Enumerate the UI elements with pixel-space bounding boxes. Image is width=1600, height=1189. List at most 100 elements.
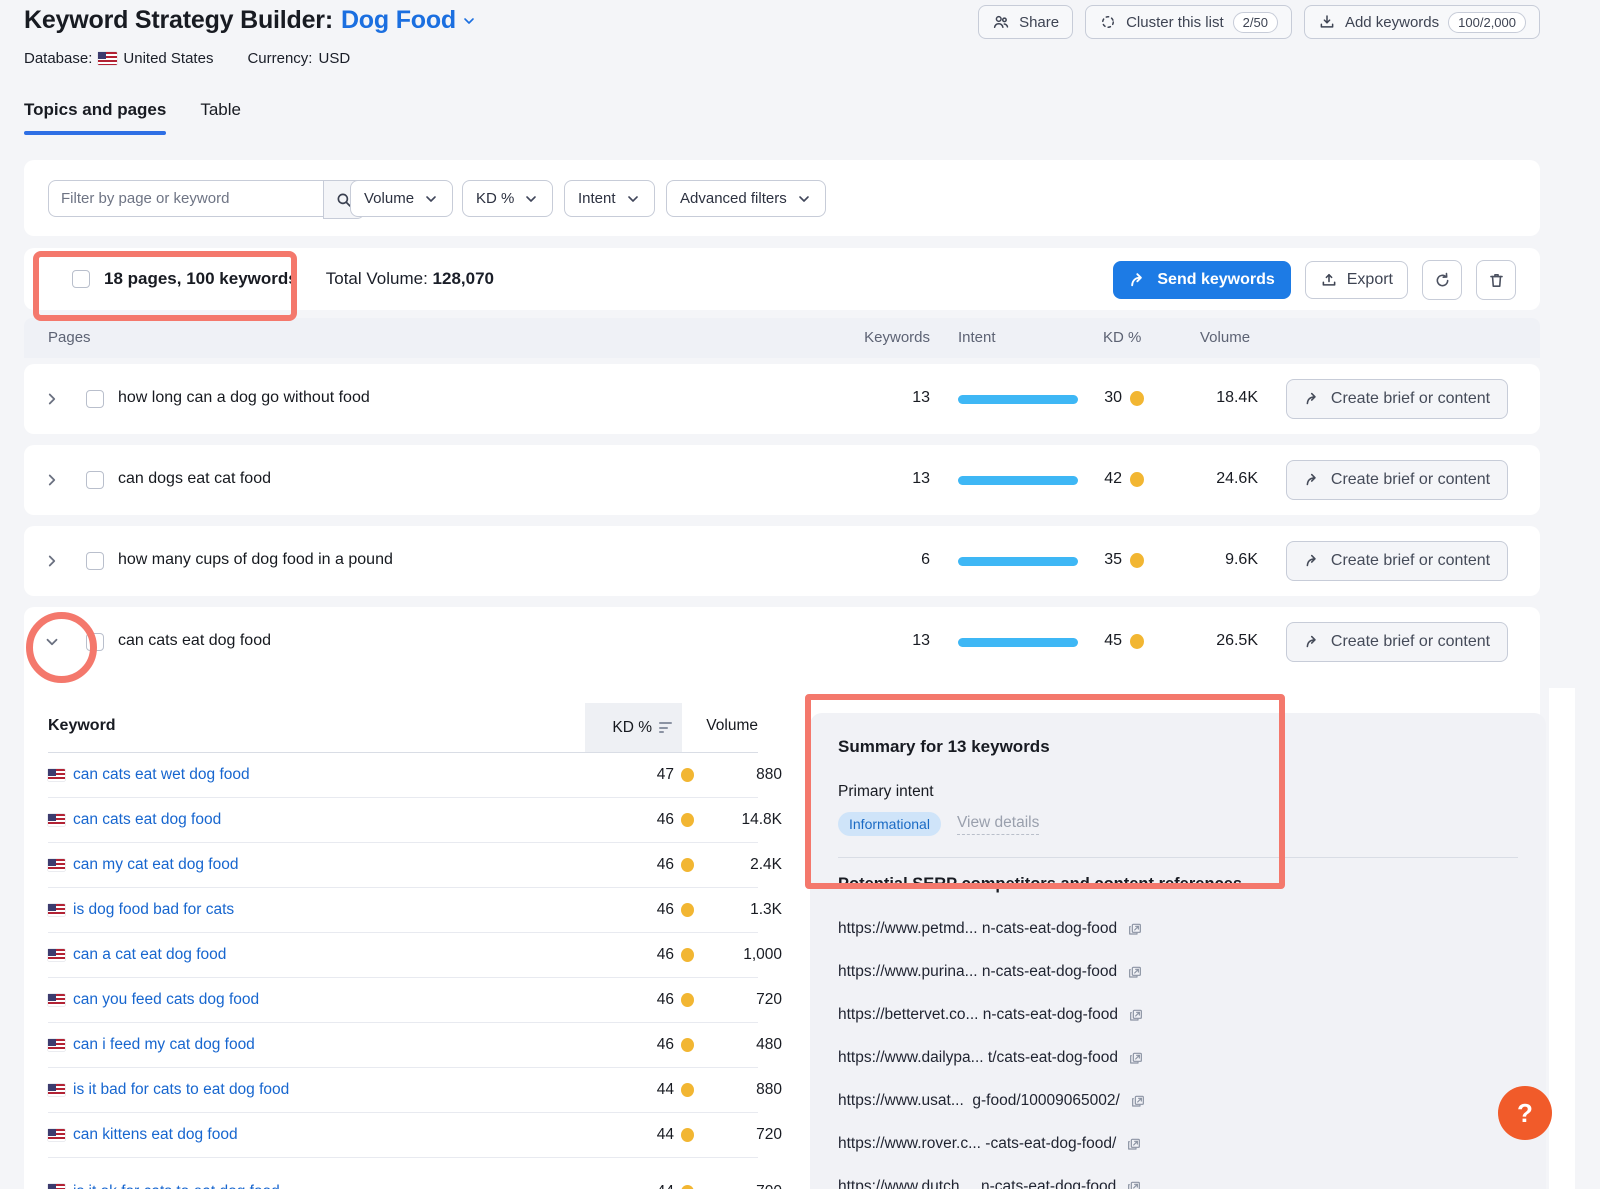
chevron-down-icon bbox=[423, 191, 439, 207]
kd-value: 35 bbox=[1062, 551, 1122, 569]
keyword-link[interactable]: is it ok for cats to eat dog food bbox=[73, 1183, 280, 1189]
row-checkbox[interactable] bbox=[86, 552, 104, 570]
create-brief-button[interactable]: Create brief or content bbox=[1286, 622, 1508, 662]
keyword-link[interactable]: is dog food bad for cats bbox=[73, 901, 234, 919]
database-label: Database: bbox=[24, 50, 92, 67]
external-link-icon[interactable] bbox=[1128, 1050, 1144, 1066]
serp-url[interactable]: https://www.dailypa... t/cats-eat-dog-fo… bbox=[838, 1049, 1118, 1067]
delete-button[interactable] bbox=[1476, 260, 1516, 300]
export-button[interactable]: Export bbox=[1305, 261, 1408, 299]
refresh-button[interactable] bbox=[1422, 260, 1462, 300]
serp-url-row: https://www.purina... n-cats-eat-dog-foo… bbox=[838, 950, 1518, 993]
search-input[interactable] bbox=[48, 180, 323, 217]
kd-filter-dropdown[interactable]: KD % bbox=[462, 180, 553, 217]
share-button[interactable]: Share bbox=[978, 5, 1073, 39]
kd-dot bbox=[1130, 391, 1144, 406]
top-actions: Share Cluster this list 2/50 Add keyword… bbox=[978, 5, 1540, 39]
list-name-dropdown[interactable]: Dog Food bbox=[341, 6, 477, 35]
intent-filter-dropdown[interactable]: Intent bbox=[564, 180, 655, 217]
page-title-text: how long can a dog go without food bbox=[118, 389, 370, 407]
select-all-checkbox[interactable] bbox=[72, 270, 90, 288]
export-label: Export bbox=[1347, 271, 1393, 289]
kd-value: 44 bbox=[608, 1183, 674, 1189]
meta-row: Database: United States Currency: USD bbox=[24, 50, 350, 67]
tab-topics-and-pages[interactable]: Topics and pages bbox=[24, 100, 166, 132]
currency-label: Currency: bbox=[247, 50, 312, 67]
expand-chevron-icon[interactable] bbox=[40, 387, 64, 411]
view-details-link[interactable]: View details bbox=[957, 814, 1039, 835]
volume-value: 14.8K bbox=[698, 811, 782, 829]
create-brief-button[interactable]: Create brief or content bbox=[1286, 379, 1508, 419]
create-brief-label: Create brief or content bbox=[1331, 390, 1490, 408]
row-checkbox[interactable] bbox=[86, 390, 104, 408]
external-link-icon[interactable] bbox=[1128, 1007, 1144, 1023]
keywords-count: 6 bbox=[846, 551, 930, 569]
kd-dot bbox=[681, 1128, 694, 1142]
keyword-row: is dog food bad for cats 46 1.3K bbox=[48, 888, 758, 933]
kd-dot bbox=[681, 1038, 694, 1052]
scrollbar-track[interactable] bbox=[1549, 688, 1575, 1189]
send-keywords-button[interactable]: Send keywords bbox=[1113, 261, 1290, 299]
collapse-chevron-icon[interactable] bbox=[40, 630, 64, 654]
selection-actions: Send keywords Export bbox=[1113, 260, 1516, 300]
keyword-link[interactable]: can my cat eat dog food bbox=[73, 856, 238, 874]
keyword-link[interactable]: is it bad for cats to eat dog food bbox=[73, 1081, 289, 1099]
add-keywords-button[interactable]: Add keywords 100/2,000 bbox=[1304, 5, 1540, 39]
keyword-link[interactable]: can i feed my cat dog food bbox=[73, 1036, 255, 1054]
serp-url[interactable]: https://www.petmd... n-cats-eat-dog-food bbox=[838, 920, 1117, 938]
help-button[interactable]: ? bbox=[1498, 1086, 1552, 1140]
serp-url-row: https://www.usat... g-food/10009065002/ bbox=[838, 1079, 1518, 1122]
volume-value: 880 bbox=[698, 766, 782, 784]
serp-url[interactable]: https://www.purina... n-cats-eat-dog-foo… bbox=[838, 963, 1117, 981]
volume-value: 720 bbox=[698, 991, 782, 1009]
volume-filter-dropdown[interactable]: Volume bbox=[350, 180, 453, 217]
kd-dot bbox=[681, 858, 694, 872]
external-link-icon[interactable] bbox=[1126, 1179, 1142, 1189]
total-volume: Total Volume: 128,070 bbox=[326, 269, 494, 289]
create-brief-button[interactable]: Create brief or content bbox=[1286, 541, 1508, 581]
keyword-link[interactable]: can kittens eat dog food bbox=[73, 1126, 238, 1144]
col-header-kd: KD % bbox=[1103, 329, 1141, 346]
volume-value: 26.5K bbox=[1178, 632, 1258, 650]
row-checkbox[interactable] bbox=[86, 633, 104, 651]
external-link-icon[interactable] bbox=[1126, 1136, 1142, 1152]
keyword-link[interactable]: can cats eat wet dog food bbox=[73, 766, 250, 784]
serp-url[interactable]: https://www.rover.c... -cats-eat-dog-foo… bbox=[838, 1135, 1116, 1153]
kd-col-header-sort[interactable]: KD % bbox=[585, 703, 682, 752]
trash-icon bbox=[1487, 271, 1506, 290]
cluster-label: Cluster this list bbox=[1126, 14, 1224, 31]
create-brief-button[interactable]: Create brief or content bbox=[1286, 460, 1508, 500]
search-wrap bbox=[48, 180, 365, 219]
kd-value: 46 bbox=[608, 991, 674, 1009]
keyword-link[interactable]: can you feed cats dog food bbox=[73, 991, 259, 1009]
keyword-row: can i feed my cat dog food 46 480 bbox=[48, 1023, 758, 1068]
page-title-text: can dogs eat cat food bbox=[118, 470, 271, 488]
expand-chevron-icon[interactable] bbox=[40, 549, 64, 573]
serp-url[interactable]: https://www.dutch.... n-cats-eat-dog-foo… bbox=[838, 1178, 1116, 1189]
tab-table[interactable]: Table bbox=[200, 100, 241, 132]
selection-summary: 18 pages, 100 keywords bbox=[104, 269, 298, 289]
external-link-icon[interactable] bbox=[1127, 921, 1143, 937]
kd-dot bbox=[1130, 634, 1144, 649]
advanced-filters-dropdown[interactable]: Advanced filters bbox=[666, 180, 826, 217]
external-link-icon[interactable] bbox=[1127, 964, 1143, 980]
keyword-link[interactable]: can cats eat dog food bbox=[73, 811, 221, 829]
expand-chevron-icon[interactable] bbox=[40, 468, 64, 492]
row-checkbox[interactable] bbox=[86, 471, 104, 489]
kd-filter-label: KD % bbox=[476, 190, 514, 207]
keyword-row: can cats eat dog food 46 14.8K bbox=[48, 798, 758, 843]
us-flag-icon bbox=[48, 1039, 65, 1051]
summary-title: Summary for 13 keywords bbox=[838, 737, 1518, 757]
us-flag-icon bbox=[48, 1184, 65, 1189]
serp-url[interactable]: https://bettervet.co... n-cats-eat-dog-f… bbox=[838, 1006, 1118, 1024]
serp-url-row: https://www.rover.c... -cats-eat-dog-foo… bbox=[838, 1122, 1518, 1165]
intent-bar bbox=[958, 395, 1078, 404]
app-title: Keyword Strategy Builder: bbox=[24, 6, 333, 35]
send-arrow-icon bbox=[1304, 552, 1322, 570]
kd-dot bbox=[681, 903, 694, 917]
volume-value: 2.4K bbox=[698, 856, 782, 874]
keyword-link[interactable]: can a cat eat dog food bbox=[73, 946, 226, 964]
cluster-list-button[interactable]: Cluster this list 2/50 bbox=[1085, 5, 1292, 39]
serp-url[interactable]: https://www.usat... g-food/10009065002/ bbox=[838, 1092, 1120, 1110]
external-link-icon[interactable] bbox=[1130, 1093, 1146, 1109]
